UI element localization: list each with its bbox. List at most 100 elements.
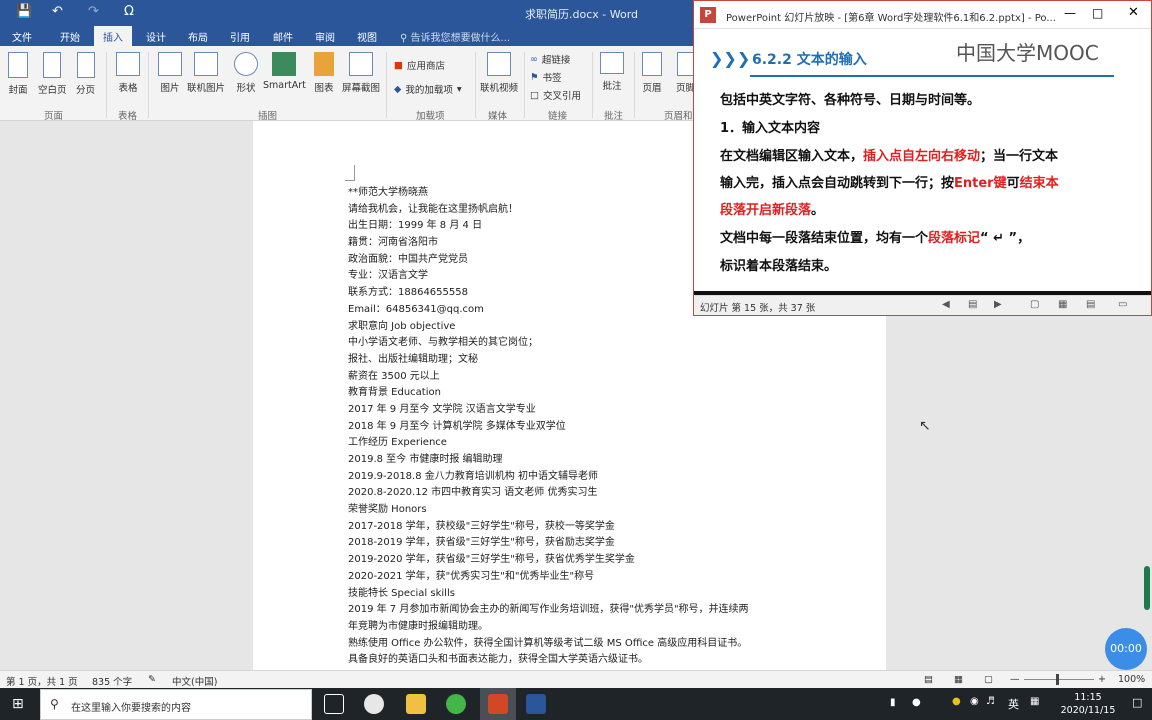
document-paragraph[interactable]: 工作经历 Experience <box>348 435 808 452</box>
tab-home[interactable]: 开始 <box>60 29 80 44</box>
save-icon[interactable]: 💾 <box>16 4 32 19</box>
normal-view-icon[interactable]: ▢ <box>1030 299 1039 310</box>
zoom-in-icon[interactable]: + <box>1098 674 1106 685</box>
undo-icon[interactable]: ↶ <box>52 4 63 19</box>
blank-page-button[interactable]: 空白页 <box>38 52 67 96</box>
web-layout-icon[interactable]: ▢ <box>984 674 993 685</box>
table-button[interactable]: 表格 <box>116 52 140 94</box>
minimize-icon[interactable]: — <box>1064 6 1076 20</box>
document-paragraph[interactable]: 报社、出版社编辑助理；文秘 <box>348 352 808 369</box>
notification-icon[interactable]: □ <box>1132 696 1142 709</box>
ime-indicator[interactable]: 英 <box>1008 696 1019 712</box>
document-paragraph[interactable]: 2018 年 9 月至今 计算机学院 多媒体专业双学位 <box>348 419 808 436</box>
tab-insert[interactable]: 插入 <box>94 26 132 46</box>
system-clock[interactable]: 11:15 2020/11/15 <box>1055 691 1121 717</box>
app-store-button[interactable]: ■ 应用商店 <box>394 58 445 73</box>
word-taskbar-icon[interactable] <box>526 694 546 714</box>
document-paragraph[interactable]: 2020.8-2020.12 市四中教育实习 语文老师 优秀实习生 <box>348 485 808 502</box>
tell-me-search[interactable]: ⚲ 告诉我您想要做什么... <box>400 29 510 44</box>
document-paragraph[interactable]: 2017-2018 学年，获校级"三好学生"称号，获校一等奖学金 <box>348 519 808 536</box>
tab-review[interactable]: 审阅 <box>315 29 335 44</box>
read-mode-icon[interactable]: ▤ <box>924 674 933 685</box>
tab-design[interactable]: 设计 <box>146 29 166 44</box>
document-paragraph[interactable]: 具备良好的英语口头和书面表达能力，获得全国大学英语六级证书。 <box>348 652 808 669</box>
page-count[interactable]: 第 1 页，共 1 页 <box>6 674 78 688</box>
ime-mode-icon[interactable]: ▦ <box>1030 696 1039 707</box>
document-paragraph[interactable]: 教育背景 Education <box>348 385 808 402</box>
tab-layout[interactable]: 布局 <box>188 29 208 44</box>
slide[interactable]: ❯❯❯ 6.2.2 文本的输入 中国大学MOOC 包括中英文字符、各种符号、日期… <box>694 29 1151 295</box>
online-picture-button[interactable]: 联机图片 <box>187 52 225 94</box>
document-paragraph[interactable]: 2017 年 9 月至今 文学院 汉语言文学专业 <box>348 402 808 419</box>
comment-button[interactable]: 批注 <box>600 52 624 92</box>
tab-mailings[interactable]: 邮件 <box>273 29 293 44</box>
page-break-button[interactable]: 分页 <box>76 52 95 96</box>
bookmark-button[interactable]: ⚑ 书签 <box>530 70 562 85</box>
app-pinwheel-icon[interactable] <box>364 694 384 714</box>
tab-view[interactable]: 视图 <box>357 29 377 44</box>
recording-timer[interactable]: 00:00 <box>1105 628 1147 670</box>
cross-ref-button[interactable]: □ 交叉引用 <box>530 88 581 103</box>
zoom-out-icon[interactable]: — <box>1010 674 1020 685</box>
group-divider <box>524 52 525 118</box>
hyperlink-button[interactable]: ∞ 超链接 <box>530 52 570 67</box>
zoom-slider-thumb[interactable] <box>1056 674 1059 685</box>
my-addins-button[interactable]: ◆ 我的加载项 ▾ <box>394 82 462 97</box>
windows-start-icon[interactable]: ⊞ <box>12 696 24 712</box>
prev-slide-icon[interactable]: ◀ <box>942 299 950 310</box>
file-explorer-icon[interactable] <box>406 694 426 714</box>
document-paragraph[interactable]: 技能特长 Special skills <box>348 586 808 603</box>
chart-button[interactable]: 图表 <box>314 52 334 94</box>
volume-icon[interactable]: ♬ <box>986 696 995 707</box>
document-paragraph[interactable]: 2018-2019 学年，获省级"三好学生"称号，获省励志奖学金 <box>348 535 808 552</box>
document-paragraph[interactable]: 2019 年 7 月参加市新闻协会主办的新闻写作业务培训班，获得"优秀学员"称号… <box>348 602 808 619</box>
next-slide-icon[interactable]: ▶ <box>994 299 1002 310</box>
document-paragraph[interactable]: 中小学语文老师、与教学相关的其它岗位； <box>348 335 808 352</box>
language[interactable]: 中文(中国) <box>172 674 217 688</box>
maximize-icon[interactable]: □ <box>1092 6 1103 20</box>
slideshow-view-icon[interactable]: ▭ <box>1118 299 1127 310</box>
powerpoint-taskbar-icon[interactable] <box>488 694 508 714</box>
screenshot-button[interactable]: 屏幕截图 <box>342 52 380 94</box>
document-paragraph[interactable]: 薪资在 3500 元以上 <box>348 369 808 386</box>
powerpoint-window[interactable]: P PowerPoint 幻灯片放映 - [第6章 Word字处理软件6.1和6… <box>693 0 1152 316</box>
document-paragraph[interactable]: 2019.9-2018.8 金八力教育培训机构 初中语文辅导老师 <box>348 469 808 486</box>
tray-app-icon[interactable]: ● <box>952 696 961 707</box>
sorter-view-icon[interactable]: ▦ <box>1058 299 1067 310</box>
group-pages: 页面 <box>44 111 64 122</box>
document-paragraph[interactable]: 熟练使用 Office 办公软件，获得全国计算机等级考试二级 MS Office… <box>348 636 808 653</box>
zoom-slider[interactable] <box>1024 679 1094 680</box>
online-video-button[interactable]: 联机视频 <box>480 52 518 94</box>
proofing-icon[interactable]: ✎ <box>148 674 156 685</box>
tab-file[interactable]: 文件 <box>12 29 32 44</box>
shapes-button[interactable]: 形状 <box>234 52 258 94</box>
document-paragraph[interactable]: 年竞聘为市健康时报编辑助理。 <box>348 619 808 636</box>
header-button[interactable]: 页眉 <box>642 52 662 94</box>
document-paragraph[interactable]: 2019.8 至今 市健康时报 编辑助理 <box>348 452 808 469</box>
picture-button[interactable]: 图片 <box>158 52 182 94</box>
scrollbar-thumb[interactable] <box>1144 566 1150 610</box>
print-layout-icon[interactable]: ▦ <box>954 674 963 685</box>
battery-icon[interactable]: ▮ <box>890 697 896 708</box>
tab-references[interactable]: 引用 <box>230 29 250 44</box>
slide-menu-icon[interactable]: ▤ <box>968 299 977 310</box>
reading-view-icon[interactable]: ▤ <box>1086 299 1095 310</box>
tray-icon[interactable]: ● <box>912 697 921 708</box>
cover-button[interactable]: 封面 <box>8 52 28 96</box>
redo-icon[interactable]: ↷ <box>88 4 99 19</box>
browser-icon[interactable] <box>446 694 466 714</box>
document-paragraph[interactable]: 2020-2021 学年，获"优秀实习生"和"优秀毕业生"称号 <box>348 569 808 586</box>
network-icon[interactable]: ◉ <box>970 696 979 707</box>
zoom-level[interactable]: 100% <box>1118 674 1145 685</box>
group-comments: 批注 <box>604 111 624 122</box>
word-count[interactable]: 835 个字 <box>92 674 132 688</box>
document-paragraph[interactable]: 求职意向 Job objective <box>348 319 808 336</box>
table-icon <box>116 52 140 76</box>
close-icon[interactable]: ✕ <box>1128 5 1139 20</box>
document-paragraph[interactable]: 荣誉奖励 Honors <box>348 502 808 519</box>
symbol-icon[interactable]: Ω <box>124 4 134 19</box>
smartart-button[interactable]: SmartArt <box>263 52 306 91</box>
taskbar-search[interactable]: ⚲ 在这里输入你要搜索的内容 <box>40 689 312 720</box>
task-view-icon[interactable] <box>324 694 344 714</box>
document-paragraph[interactable]: 2019-2020 学年，获省级"三好学生"称号，获省优秀学生奖学金 <box>348 552 808 569</box>
